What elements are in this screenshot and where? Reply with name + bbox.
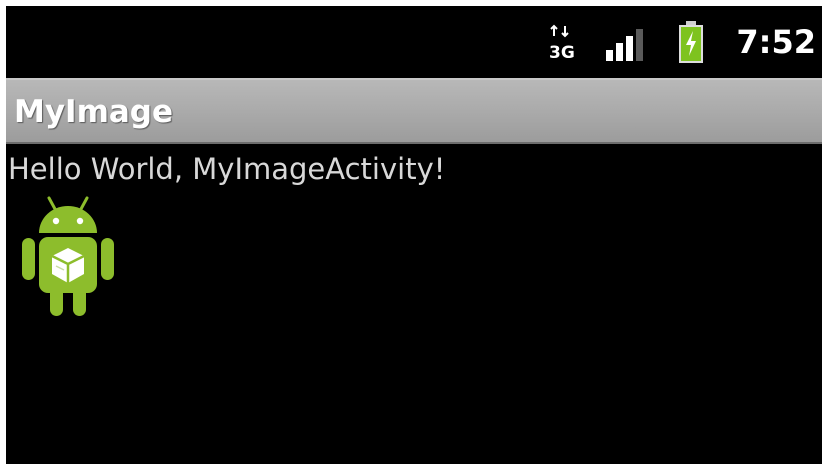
signal-strength-icon	[606, 29, 643, 61]
network-type-label: 3G	[549, 43, 575, 62]
phone-screen: 3G 7:52 MyImage Hello World, MyImageActi…	[6, 6, 822, 464]
network-3g-icon: 3G	[549, 24, 575, 62]
battery-charging-icon	[679, 21, 703, 63]
hello-textview: Hello World, MyImageActivity!	[8, 152, 446, 186]
status-clock: 7:52	[736, 23, 816, 61]
app-title-bar: MyImage	[6, 78, 822, 144]
activity-content: Hello World, MyImageActivity!	[6, 144, 822, 464]
android-robot-icon	[22, 196, 114, 316]
app-title: MyImage	[14, 94, 174, 130]
status-bar: 3G 7:52	[6, 6, 822, 78]
